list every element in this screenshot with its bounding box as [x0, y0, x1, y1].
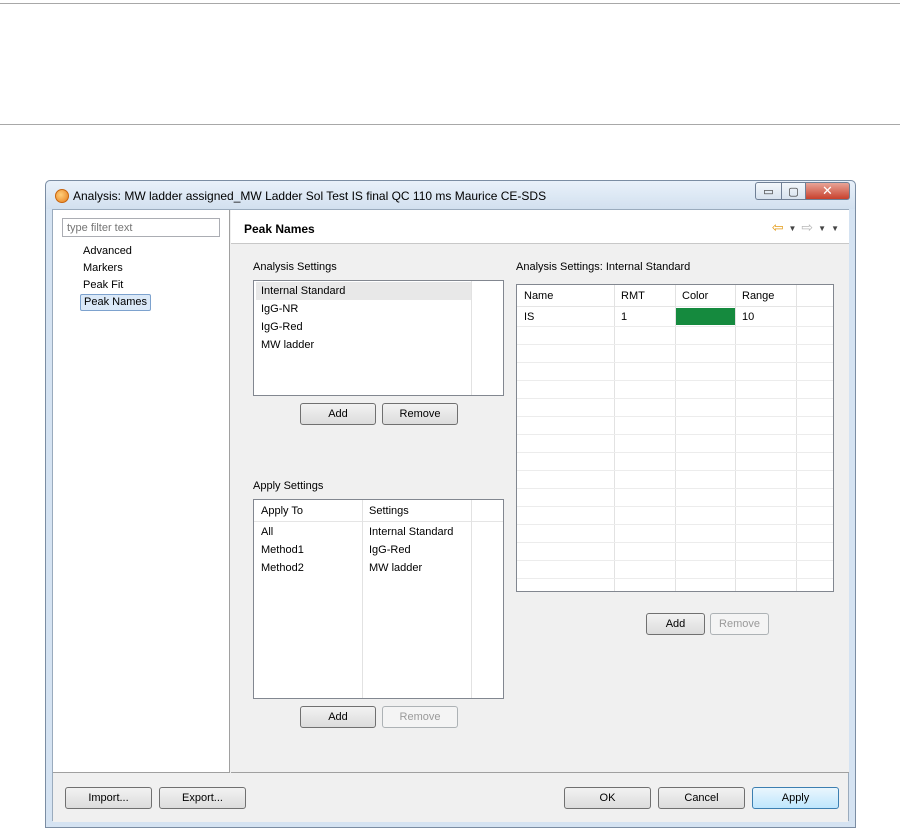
nav-item-advanced[interactable]: Advanced — [80, 243, 151, 260]
app-icon — [55, 189, 69, 203]
nav-item-peak-names[interactable]: Peak Names — [80, 294, 151, 311]
grid-line — [517, 362, 833, 363]
grid-line — [517, 560, 833, 561]
view-menu-icon[interactable]: ▼ — [831, 224, 839, 236]
column-separator — [614, 285, 615, 591]
window-title: Analysis: MW ladder assigned_MW Ladder S… — [73, 189, 547, 203]
table-cell[interactable]: Internal Standard — [362, 523, 453, 541]
cancel-button[interactable]: Cancel — [658, 787, 745, 809]
color-swatch[interactable] — [676, 308, 735, 325]
column-header-range[interactable]: Range — [735, 285, 774, 307]
table-cell[interactable]: Method1 — [254, 541, 304, 559]
ok-button[interactable]: OK — [564, 787, 651, 809]
column-header-settings[interactable]: Settings — [362, 500, 409, 522]
table-cell[interactable]: IgG-Red — [362, 541, 411, 559]
grid-line — [517, 380, 833, 381]
table-cell[interactable]: MW ladder — [362, 559, 422, 577]
grid-line — [517, 452, 833, 453]
maximize-icon: ▢ — [788, 185, 799, 198]
filter-input[interactable] — [62, 218, 220, 237]
nav-item-markers[interactable]: Markers — [80, 260, 151, 277]
table-header: Apply To Settings — [254, 500, 503, 522]
minimize-button[interactable]: ▭ — [755, 182, 781, 200]
grid-line — [517, 488, 833, 489]
analysis-dialog: Analysis: MW ladder assigned_MW Ladder S… — [45, 180, 856, 828]
apply-settings-remove-button[interactable]: Remove — [382, 706, 458, 728]
analysis-settings-list[interactable]: Internal Standard IgG-NR IgG-Red MW ladd… — [253, 280, 504, 396]
window-controls: ▭ ▢ ✕ — [755, 182, 850, 200]
import-button[interactable]: Import... — [65, 787, 152, 809]
page-navigation: ⇦ ▼ ⇨ ▼ ▼ — [772, 219, 839, 236]
list-item[interactable]: IgG-NR — [256, 300, 471, 318]
list-item[interactable]: Internal Standard — [256, 282, 471, 300]
column-separator — [735, 285, 736, 591]
grid-line — [517, 470, 833, 471]
analysis-settings-add-button[interactable]: Add — [300, 403, 376, 425]
table-cell[interactable]: Method2 — [254, 559, 304, 577]
page-title: Peak Names — [244, 222, 315, 236]
close-icon: ✕ — [822, 183, 833, 198]
column-separator — [675, 285, 676, 591]
grid-line — [517, 344, 833, 345]
table-cell[interactable]: 1 — [614, 308, 627, 326]
analysis-settings-remove-button[interactable]: Remove — [382, 403, 458, 425]
table-cell[interactable]: IS — [517, 308, 534, 326]
minimize-icon: ▭ — [763, 185, 774, 198]
table-cell[interactable]: 10 — [735, 308, 754, 326]
column-header-apply-to[interactable]: Apply To — [254, 500, 303, 522]
grid-line — [517, 506, 833, 507]
column-header-name[interactable]: Name — [517, 285, 553, 307]
detail-settings-label: Analysis Settings: Internal Standard — [516, 261, 691, 273]
peak-names-table[interactable]: Name RMT Color Range IS 1 10 — [516, 284, 834, 592]
column-separator — [471, 500, 472, 698]
grid-line — [517, 524, 833, 525]
column-header-rmt[interactable]: RMT — [614, 285, 645, 307]
forward-arrow-icon[interactable]: ⇨ — [801, 219, 813, 236]
grid-line — [517, 578, 833, 579]
page-header: Peak Names ⇦ ▼ ⇨ ▼ ▼ — [231, 210, 849, 244]
grid-line — [517, 398, 833, 399]
column-separator — [796, 285, 797, 591]
column-separator — [471, 281, 472, 395]
detail-remove-button[interactable]: Remove — [710, 613, 769, 635]
peak-names-page: Peak Names ⇦ ▼ ⇨ ▼ ▼ Analysis Settings I… — [231, 210, 849, 773]
list-item[interactable]: IgG-Red — [256, 318, 471, 336]
title-bar[interactable]: Analysis: MW ladder assigned_MW Ladder S… — [46, 181, 855, 209]
export-button[interactable]: Export... — [159, 787, 246, 809]
table-cell[interactable]: All — [254, 523, 273, 541]
preference-tree-pane: Advanced Markers Peak Fit Peak Names — [53, 210, 230, 773]
detail-add-button[interactable]: Add — [646, 613, 705, 635]
grid-line — [517, 542, 833, 543]
apply-settings-add-button[interactable]: Add — [300, 706, 376, 728]
preference-tree: Advanced Markers Peak Fit Peak Names — [80, 243, 151, 311]
list-item[interactable]: MW ladder — [256, 336, 471, 354]
column-header-color[interactable]: Color — [675, 285, 708, 307]
close-button[interactable]: ✕ — [806, 182, 850, 200]
maximize-button[interactable]: ▢ — [781, 182, 806, 200]
grid-line — [517, 416, 833, 417]
apply-settings-table[interactable]: Apply To Settings All Internal Standard … — [253, 499, 504, 699]
top-divider — [0, 3, 900, 4]
grid-line — [517, 326, 833, 327]
dialog-button-bar: Import... Export... OK Cancel Apply — [53, 774, 848, 822]
apply-button[interactable]: Apply — [752, 787, 839, 809]
apply-settings-label: Apply Settings — [253, 480, 324, 492]
dialog-client-area: Advanced Markers Peak Fit Peak Names Pea… — [52, 209, 849, 822]
back-arrow-icon[interactable]: ⇦ — [772, 219, 784, 236]
grid-line — [517, 434, 833, 435]
header-divider — [0, 124, 900, 125]
analysis-settings-label: Analysis Settings — [253, 261, 337, 273]
back-dropdown-icon[interactable]: ▼ — [789, 224, 797, 236]
forward-dropdown-icon[interactable]: ▼ — [818, 224, 826, 236]
nav-item-peak-fit[interactable]: Peak Fit — [80, 277, 151, 294]
